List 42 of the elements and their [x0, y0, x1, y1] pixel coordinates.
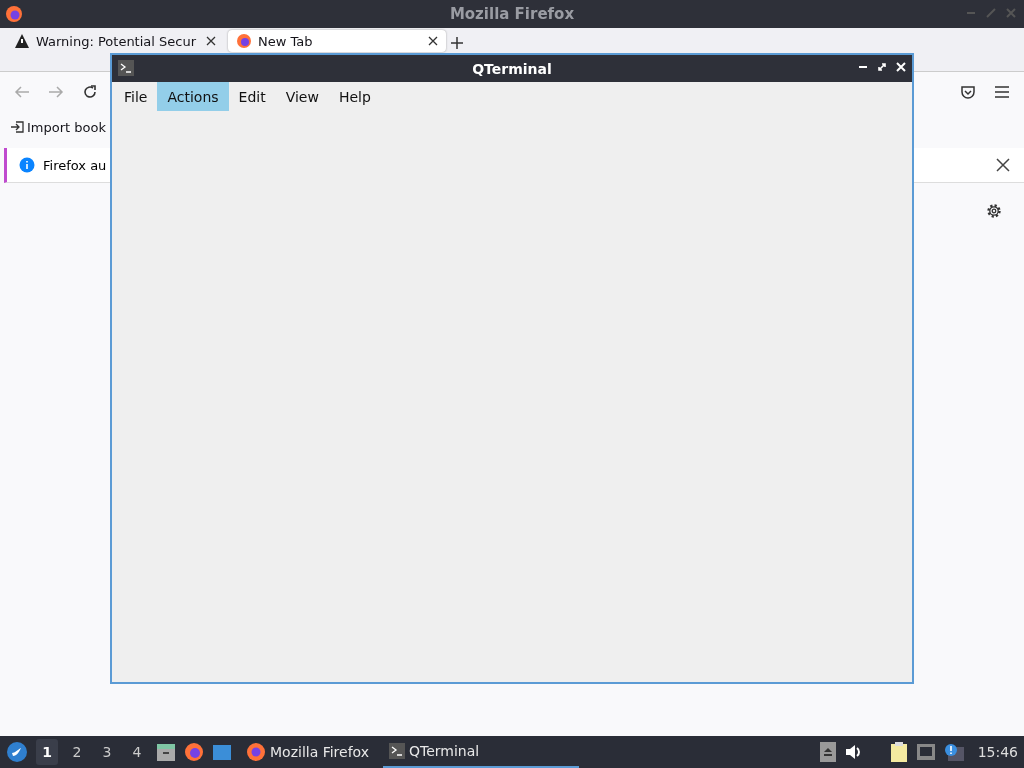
taskbar-task[interactable]: QTerminal	[383, 736, 580, 768]
menu-item[interactable]: Help	[328, 82, 381, 111]
menu-item[interactable]: Edit	[228, 82, 276, 111]
workspace-button[interactable]: 2	[66, 739, 88, 765]
workspace-button[interactable]: 3	[96, 739, 118, 765]
eject-icon[interactable]	[819, 742, 836, 762]
clock: 15:46	[977, 744, 1018, 760]
reload-icon[interactable]	[82, 84, 98, 100]
browser-logo-icon[interactable]	[184, 742, 204, 762]
menu-item[interactable]: File	[114, 82, 158, 111]
clipboard-icon[interactable]	[889, 742, 908, 762]
desktop-icon[interactable]	[212, 742, 232, 762]
browser-logo-icon	[246, 742, 266, 762]
start-menu-icon[interactable]	[6, 741, 28, 763]
workspace-button[interactable]: 4	[126, 739, 148, 765]
close-icon[interactable]	[996, 158, 1010, 172]
browser-logo-icon	[5, 5, 23, 23]
close-icon[interactable]	[206, 36, 216, 46]
menu-icon[interactable]	[994, 85, 1010, 99]
window-title: QTerminal	[472, 60, 552, 77]
workspace-button[interactable]: 1	[36, 739, 58, 765]
taskbar-task[interactable]: Mozilla Firefox	[240, 736, 376, 768]
browser-logo-icon	[236, 33, 252, 49]
terminal-icon	[389, 743, 406, 759]
menu-item[interactable]: Actions	[157, 82, 229, 111]
info-icon	[19, 157, 35, 173]
warning-icon	[14, 33, 30, 49]
volume-icon[interactable]	[843, 743, 862, 761]
menu-item[interactable]: View	[275, 82, 329, 111]
notification-icon[interactable]	[943, 743, 964, 761]
terminal-icon	[118, 60, 134, 76]
new-tab-icon[interactable]	[450, 36, 464, 50]
pocket-icon[interactable]	[960, 84, 976, 100]
close-icon[interactable]	[428, 36, 438, 46]
settings-icon[interactable]	[986, 203, 1002, 219]
notification-text: Firefox au	[43, 157, 107, 173]
window-title: Mozilla Firefox	[449, 5, 575, 23]
browser-tab[interactable]: Warning: Potential Secur	[6, 30, 224, 52]
browser-tab[interactable]: New Tab	[228, 30, 446, 52]
file-manager-icon[interactable]	[156, 742, 176, 762]
import-icon	[10, 120, 24, 134]
bookmark-item[interactable]: Import book	[10, 112, 106, 142]
